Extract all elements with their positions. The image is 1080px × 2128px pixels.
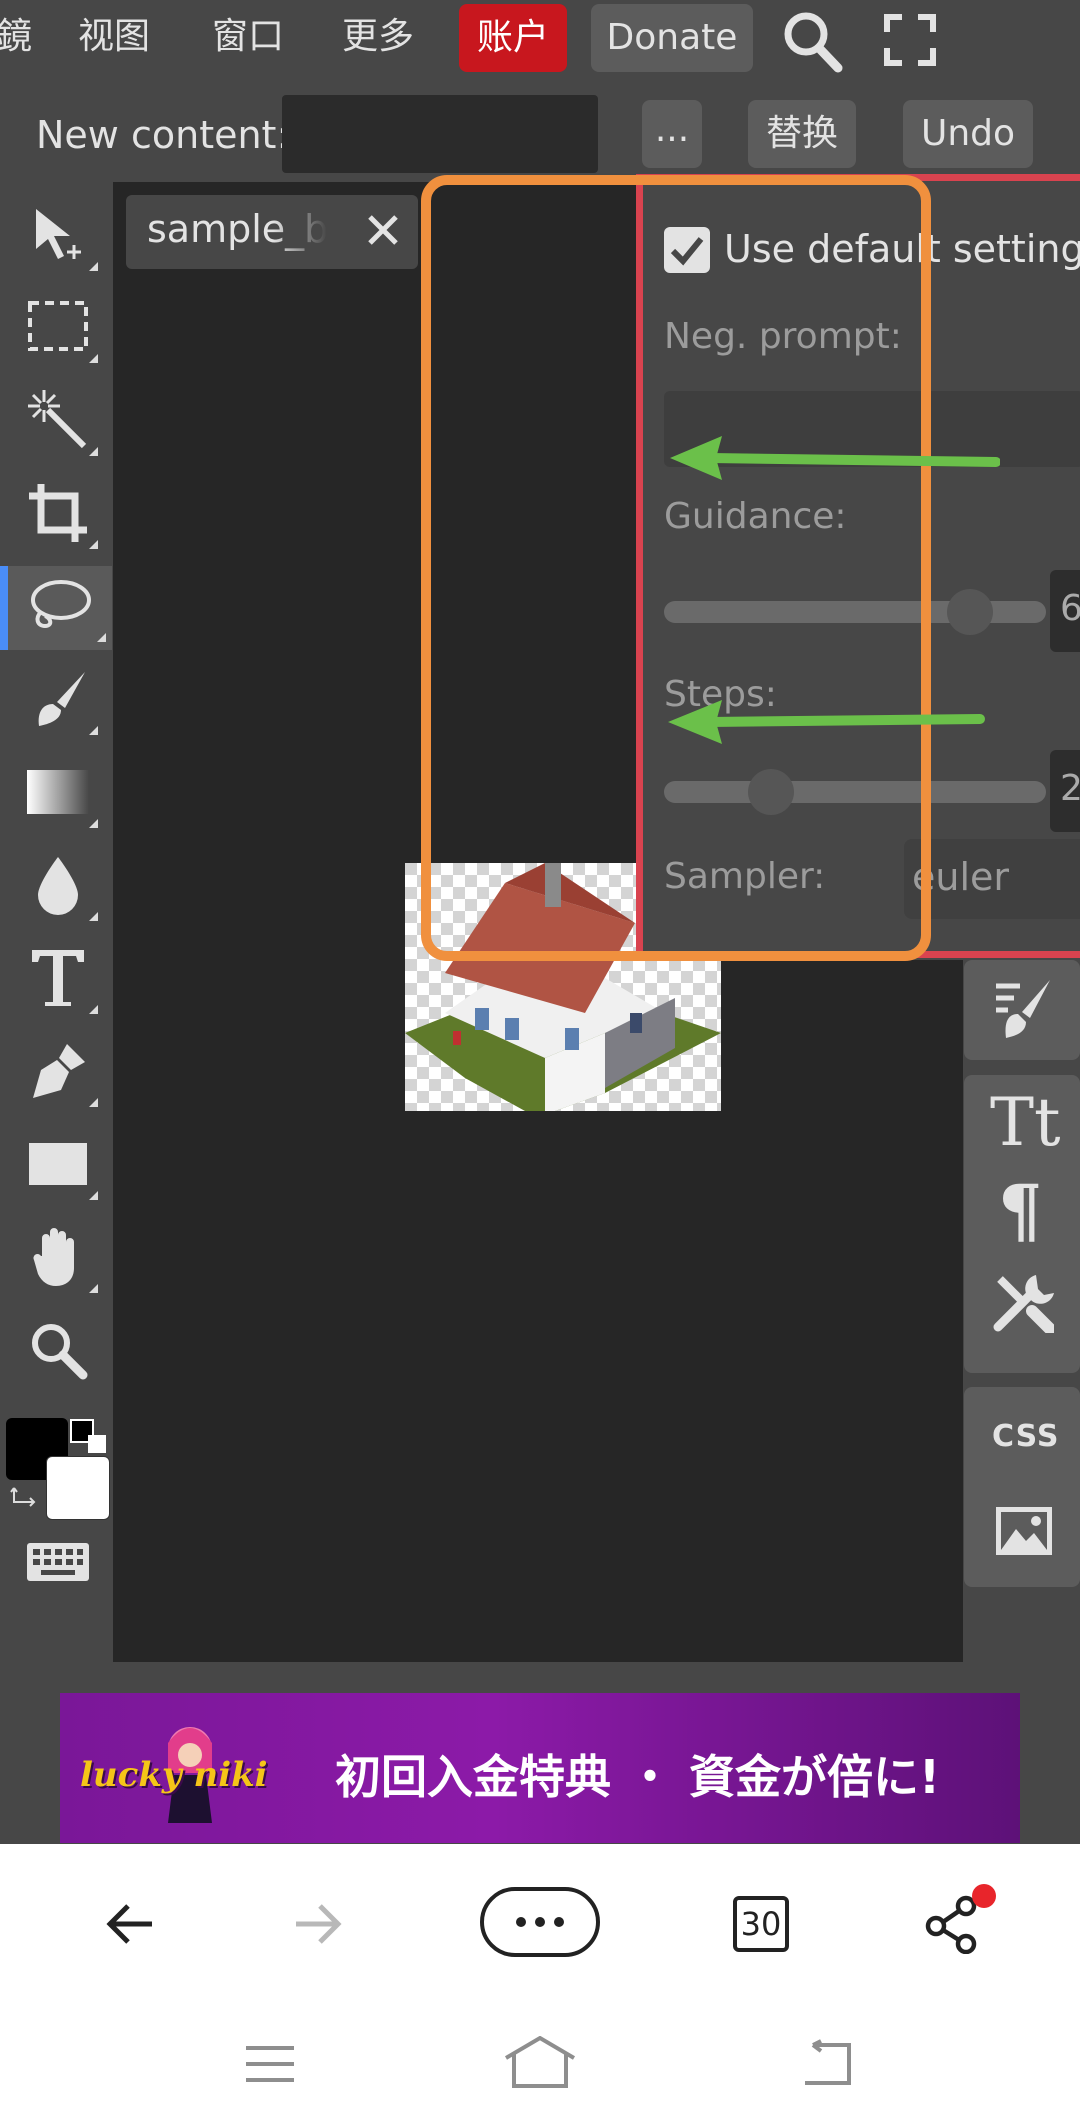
account-button[interactable]: 账户 — [459, 4, 567, 72]
brush-settings-icon[interactable] — [994, 978, 1054, 1046]
menu-dots-button[interactable] — [480, 1887, 600, 1957]
drop-icon — [34, 855, 82, 919]
search-icon[interactable] — [776, 6, 850, 76]
menu-item-view[interactable]: 视图 — [78, 12, 150, 62]
browser-toolbar: 30 — [0, 1844, 1080, 2128]
tabs-count: 30 — [740, 1905, 782, 1943]
character-icon[interactable]: Tt — [990, 1087, 1061, 1159]
tabs-button[interactable]: 30 — [733, 1896, 789, 1952]
document-tab[interactable]: sample_b — [126, 195, 418, 269]
ad-logo: lucky niki — [72, 1703, 268, 1833]
text-tool[interactable] — [12, 938, 104, 1022]
undo-button[interactable]: Undo — [903, 100, 1033, 168]
brush-tool[interactable] — [12, 659, 104, 743]
notification-dot — [972, 1884, 996, 1908]
annotation-arrows — [668, 436, 1000, 744]
home-icon[interactable] — [504, 2034, 576, 2090]
new-content-label: New content: — [36, 113, 290, 157]
ad-text: 初回入金特典 ・ 資金が倍に! — [335, 1750, 941, 1804]
css-label[interactable]: CSS — [992, 1419, 1059, 1454]
menu-bar: 鏡 视图 窗口 更多 账户 Donate — [0, 0, 1080, 82]
system-back-icon[interactable] — [796, 2036, 856, 2090]
more-options-button[interactable]: ... — [642, 100, 702, 168]
pen-tool[interactable] — [12, 1031, 104, 1115]
tools-icon[interactable] — [992, 1271, 1056, 1337]
menu-item-window[interactable]: 窗口 — [212, 12, 284, 62]
swap-colors-icon[interactable] — [10, 1484, 40, 1514]
text-icon — [30, 948, 86, 1012]
rectangle-icon — [27, 1141, 89, 1191]
menu-item-filter[interactable]: 鏡 — [0, 12, 32, 62]
default-colors-icon-back — [88, 1435, 106, 1453]
lasso-tool[interactable] — [0, 566, 112, 650]
crop-icon — [27, 482, 89, 548]
magic-wand-icon — [26, 388, 90, 456]
ad-banner[interactable]: lucky niki 初回入金特典 ・ 資金が倍に! — [60, 1693, 1020, 1843]
right-panel-card-1 — [964, 960, 1080, 1060]
keyboard-tool[interactable] — [12, 1524, 104, 1604]
magnifier-icon — [27, 1319, 89, 1385]
donate-button[interactable]: Donate — [591, 4, 753, 72]
new-content-input[interactable] — [282, 95, 598, 173]
more-dots-icon — [516, 1917, 564, 1927]
move-icon — [26, 203, 90, 271]
gradient-tool[interactable] — [12, 752, 104, 836]
gradient-icon — [27, 770, 89, 818]
zoom-tool[interactable] — [12, 1310, 104, 1394]
document-tab-name: sample_b — [147, 207, 327, 251]
magic-wand-tool[interactable] — [12, 380, 104, 464]
ad-brand: lucky niki — [80, 1755, 268, 1795]
keyboard-icon — [27, 1543, 89, 1585]
fullscreen-icon[interactable] — [878, 8, 942, 72]
blur-tool[interactable] — [12, 845, 104, 929]
replace-button[interactable]: 替换 — [748, 100, 856, 168]
right-panel-card-2: Tt ¶ — [964, 1075, 1080, 1373]
rectangle-tool[interactable] — [12, 1124, 104, 1208]
back-arrow-icon[interactable] — [100, 1894, 160, 1954]
move-tool[interactable] — [12, 195, 104, 279]
lasso-icon — [27, 576, 93, 640]
hand-icon — [30, 1226, 86, 1292]
marquee-icon — [26, 299, 90, 359]
background-color-swatch[interactable] — [46, 1456, 110, 1520]
pen-icon — [27, 1040, 89, 1106]
forward-arrow-icon[interactable] — [288, 1894, 348, 1954]
menu-item-more[interactable]: 更多 — [342, 12, 414, 62]
crop-tool[interactable] — [12, 473, 104, 557]
hand-tool[interactable] — [12, 1217, 104, 1301]
brush-icon — [27, 668, 89, 734]
image-icon[interactable] — [994, 1505, 1054, 1561]
marquee-tool[interactable] — [12, 287, 104, 371]
close-tab-icon[interactable] — [362, 209, 404, 255]
right-panel-card-3: CSS — [964, 1387, 1080, 1587]
recent-apps-icon[interactable] — [240, 2039, 300, 2089]
paragraph-icon[interactable]: ¶ — [998, 1173, 1043, 1249]
